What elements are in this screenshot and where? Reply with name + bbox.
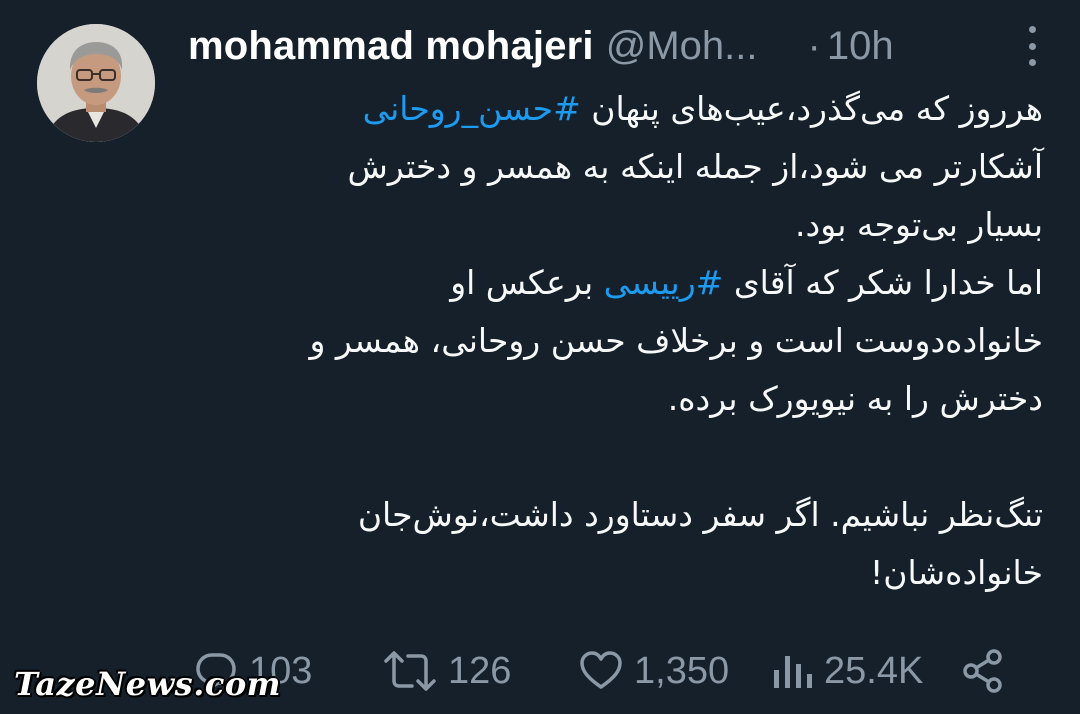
tweet-line-text: اما خدارا شکر که آقای bbox=[723, 263, 1043, 302]
tweet-line: اما خدارا شکر که آقای #رییسی برعکس او bbox=[188, 254, 1043, 312]
tweet-line-text: آشکارتر می شود،از جمله اینکه به همسر و د… bbox=[347, 147, 1043, 186]
separator-dot: · bbox=[807, 23, 821, 68]
tweet-line-text: دخترش را به نیویورک برده. bbox=[667, 379, 1043, 418]
tweet-header: mohammad mohajeri @Moh... · 10h bbox=[188, 16, 1040, 76]
tweet-line-text: بسیار بی‌توجه بود. bbox=[795, 205, 1043, 244]
tweet-line-text: تنگ‌نظر نباشیم. اگر سفر دستاورد داشت،نوش… bbox=[357, 495, 1043, 534]
display-name[interactable]: mohammad mohajeri bbox=[188, 24, 594, 69]
heart-icon bbox=[580, 651, 622, 689]
tweet-line-text: خانواده‌دوست است و برخلاف حسن روحانی، هم… bbox=[309, 321, 1044, 360]
tweet-line-text: برعکس او bbox=[450, 263, 604, 302]
tweet-line-text: خانواده‌شان! bbox=[869, 553, 1043, 592]
user-avatar[interactable] bbox=[37, 24, 155, 142]
share-icon bbox=[963, 649, 1002, 693]
watermark-logo: TazeNews.com bbox=[14, 665, 282, 703]
more-options-icon[interactable] bbox=[1024, 26, 1040, 66]
tweet-line: هرروز که می‌گذرد،عیب‌های پنهان #حسن_روحا… bbox=[188, 80, 1043, 138]
share-button[interactable] bbox=[960, 636, 1016, 706]
tweet-line: خانواده‌شان! bbox=[188, 544, 1043, 602]
user-avatar-photo-icon bbox=[37, 24, 155, 142]
tweet-line: بسیار بی‌توجه بود. bbox=[188, 196, 1043, 254]
hashtag-link[interactable]: #رییسی bbox=[604, 263, 724, 302]
retweet-icon bbox=[384, 651, 436, 691]
retweet-button[interactable]: 126 bbox=[382, 636, 511, 706]
views-count: 25.4K bbox=[824, 649, 924, 692]
hashtag-link[interactable]: #حسن_روحانی bbox=[363, 89, 581, 128]
user-handle[interactable]: @Moh... bbox=[606, 24, 758, 69]
tweet-line-text: هرروز که می‌گذرد،عیب‌های پنهان bbox=[580, 89, 1043, 128]
like-button[interactable]: 1,350 bbox=[578, 636, 729, 706]
views-icon bbox=[774, 656, 812, 688]
like-count: 1,350 bbox=[634, 649, 730, 692]
views-button[interactable]: 25.4K bbox=[770, 636, 923, 706]
tweet-text: هرروز که می‌گذرد،عیب‌های پنهان #حسن_روحا… bbox=[188, 80, 1044, 602]
tweet-line: آشکارتر می شود،از جمله اینکه به همسر و د… bbox=[188, 138, 1043, 196]
tweet[interactable]: mohammad mohajeri @Moh... · 10h هرروز که… bbox=[0, 0, 1080, 714]
tweet-line: دخترش را به نیویورک برده. bbox=[188, 370, 1043, 428]
tweet-line: خانواده‌دوست است و برخلاف حسن روحانی، هم… bbox=[188, 312, 1044, 370]
retweet-count: 126 bbox=[448, 649, 512, 692]
tweet-line: تنگ‌نظر نباشیم. اگر سفر دستاورد داشت،نوش… bbox=[188, 486, 1043, 544]
timestamp[interactable]: 10h bbox=[827, 24, 894, 69]
